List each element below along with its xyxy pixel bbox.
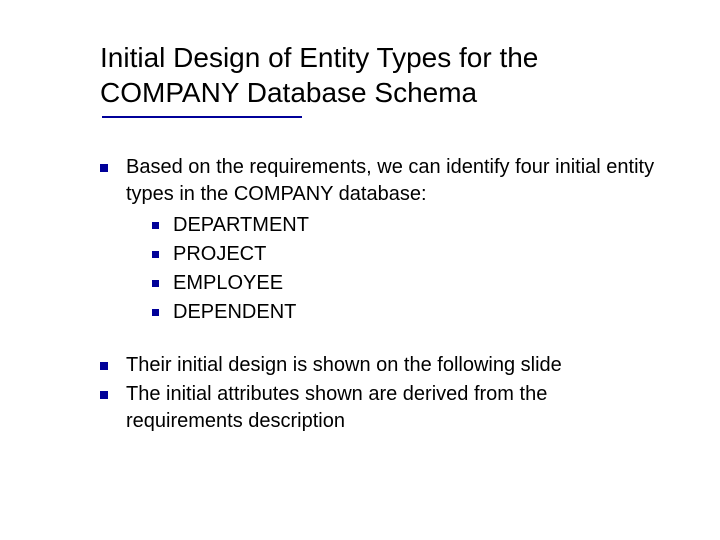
bullet-intro: Based on the requirements, we can identi… [100,154,665,328]
title-underline [102,116,302,118]
bullet-block-2: Their initial design is shown on the fol… [100,352,665,435]
bullet-square-icon [152,222,159,229]
slide-title: Initial Design of Entity Types for the C… [100,40,665,110]
bullet-square-icon [152,309,159,316]
entity-list: DEPARTMENT PROJECT EMPLOYEE DEPENDENT [126,212,665,326]
entity-label: DEPARTMENT [173,212,665,239]
bullet-intro-text: Based on the requirements, we can identi… [126,156,654,205]
slide: Initial Design of Entity Types for the C… [0,0,720,540]
entity-item: PROJECT [152,241,665,268]
entity-item: DEPENDENT [152,299,665,326]
entity-label: DEPENDENT [173,299,665,326]
entity-label: PROJECT [173,241,665,268]
slide-body: Based on the requirements, we can identi… [100,154,665,435]
bullet-point-3-text: The initial attributes shown are derived… [126,381,665,435]
entity-item: DEPARTMENT [152,212,665,239]
bullet-square-icon [152,251,159,258]
entity-label: EMPLOYEE [173,270,665,297]
bullet-point-2-text: Their initial design is shown on the fol… [126,352,665,379]
bullet-square-icon [100,164,108,172]
bullet-point-3: The initial attributes shown are derived… [100,381,665,435]
bullet-square-icon [152,280,159,287]
entity-item: EMPLOYEE [152,270,665,297]
bullet-square-icon [100,391,108,399]
bullet-square-icon [100,362,108,370]
bullet-point-2: Their initial design is shown on the fol… [100,352,665,379]
